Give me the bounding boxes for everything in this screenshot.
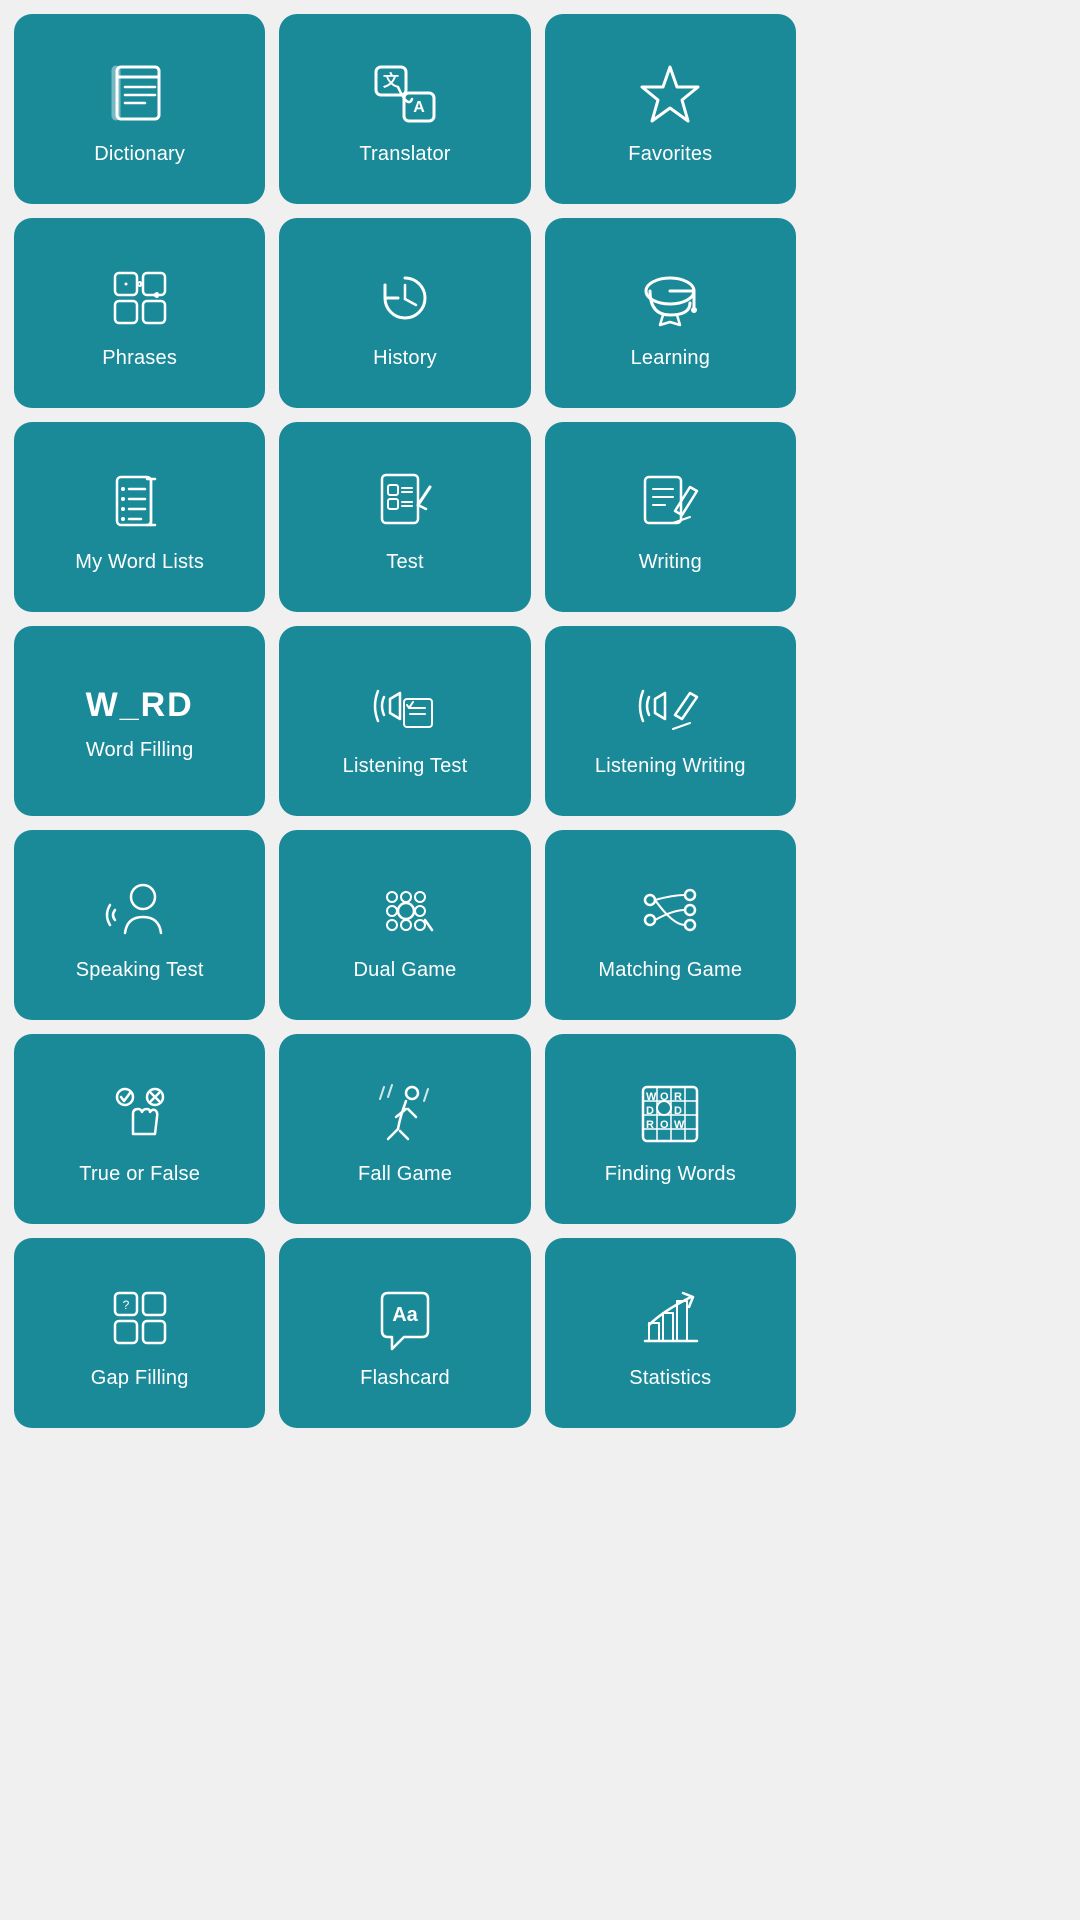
tile-listening-writing[interactable]: Listening Writing bbox=[545, 626, 796, 816]
phrases-label: Phrases bbox=[102, 347, 177, 370]
svg-text:W: W bbox=[674, 1119, 685, 1131]
gapfilling-icon: ? bbox=[105, 1283, 175, 1353]
tile-true-or-false[interactable]: True or False bbox=[14, 1034, 265, 1224]
tile-phrases[interactable]: Phrases bbox=[14, 218, 265, 408]
dual-game-label: Dual Game bbox=[354, 959, 457, 982]
listening-writing-label: Listening Writing bbox=[595, 755, 746, 778]
tile-finding-words[interactable]: W O R D D R O W Finding Words bbox=[545, 1034, 796, 1224]
svg-text:R: R bbox=[646, 1119, 654, 1131]
gap-filling-label: Gap Filling bbox=[91, 1367, 189, 1390]
translator-label: Translator bbox=[359, 143, 450, 166]
svg-text:D: D bbox=[646, 1105, 654, 1117]
my-word-lists-label: My Word Lists bbox=[75, 551, 204, 574]
test-icon bbox=[370, 467, 440, 537]
statistics-label: Statistics bbox=[629, 1367, 711, 1390]
speaking-test-label: Speaking Test bbox=[76, 959, 204, 982]
matchinggame-icon bbox=[635, 875, 705, 945]
statistics-icon bbox=[635, 1283, 705, 1353]
fall-game-label: Fall Game bbox=[358, 1163, 452, 1186]
wordlists-icon bbox=[105, 467, 175, 537]
favorites-label: Favorites bbox=[628, 143, 712, 166]
fallgame-icon bbox=[370, 1079, 440, 1149]
history-icon bbox=[370, 263, 440, 333]
listening-test-label: Listening Test bbox=[343, 755, 468, 778]
tile-learning[interactable]: Learning bbox=[545, 218, 796, 408]
svg-text:D: D bbox=[674, 1105, 682, 1117]
listeningtest-icon bbox=[370, 671, 440, 741]
svg-text:R: R bbox=[674, 1091, 682, 1103]
svg-text:O: O bbox=[660, 1119, 669, 1131]
tile-speaking-test[interactable]: Speaking Test bbox=[14, 830, 265, 1020]
tile-writing[interactable]: Writing bbox=[545, 422, 796, 612]
favorites-icon bbox=[635, 59, 705, 129]
app-grid: Dictionary 文 A Translator Favorites bbox=[0, 0, 810, 1442]
flashcard-icon: Aa bbox=[370, 1283, 440, 1353]
word-fill-text: W_RD bbox=[86, 686, 194, 725]
svg-text:Aa: Aa bbox=[392, 1304, 418, 1326]
tile-history[interactable]: History bbox=[279, 218, 530, 408]
true-or-false-label: True or False bbox=[79, 1163, 200, 1186]
tile-statistics[interactable]: Statistics bbox=[545, 1238, 796, 1428]
trueorfalse-icon bbox=[105, 1079, 175, 1149]
svg-text:W: W bbox=[646, 1091, 657, 1103]
tile-gap-filling[interactable]: ? Gap Filling bbox=[14, 1238, 265, 1428]
svg-text:?: ? bbox=[122, 1298, 129, 1312]
tile-dual-game[interactable]: Dual Game bbox=[279, 830, 530, 1020]
phrases-icon bbox=[105, 263, 175, 333]
tile-favorites[interactable]: Favorites bbox=[545, 14, 796, 204]
tile-matching-game[interactable]: Matching Game bbox=[545, 830, 796, 1020]
writing-icon bbox=[635, 467, 705, 537]
history-label: History bbox=[373, 347, 437, 370]
findingwords-icon: W O R D D R O W bbox=[635, 1079, 705, 1149]
tile-dictionary[interactable]: Dictionary bbox=[14, 14, 265, 204]
tile-translator[interactable]: 文 A Translator bbox=[279, 14, 530, 204]
tile-test[interactable]: Test bbox=[279, 422, 530, 612]
svg-text:A: A bbox=[413, 99, 425, 116]
tile-fall-game[interactable]: Fall Game bbox=[279, 1034, 530, 1224]
matching-game-label: Matching Game bbox=[598, 959, 742, 982]
tile-word-filling[interactable]: W_RD Word Filling bbox=[14, 626, 265, 816]
tile-listening-test[interactable]: Listening Test bbox=[279, 626, 530, 816]
speakingtest-icon bbox=[105, 875, 175, 945]
finding-words-label: Finding Words bbox=[605, 1163, 736, 1186]
translator-icon: 文 A bbox=[370, 59, 440, 129]
word-filling-label: Word Filling bbox=[86, 739, 194, 762]
listeningwriting-icon bbox=[635, 671, 705, 741]
dualgame-icon bbox=[370, 875, 440, 945]
dictionary-icon bbox=[105, 59, 175, 129]
writing-label: Writing bbox=[639, 551, 702, 574]
test-label: Test bbox=[386, 551, 423, 574]
flashcard-label: Flashcard bbox=[360, 1367, 450, 1390]
tile-my-word-lists[interactable]: My Word Lists bbox=[14, 422, 265, 612]
tile-flashcard[interactable]: Aa Flashcard bbox=[279, 1238, 530, 1428]
learning-label: Learning bbox=[631, 347, 710, 370]
learning-icon bbox=[635, 263, 705, 333]
dictionary-label: Dictionary bbox=[94, 143, 185, 166]
